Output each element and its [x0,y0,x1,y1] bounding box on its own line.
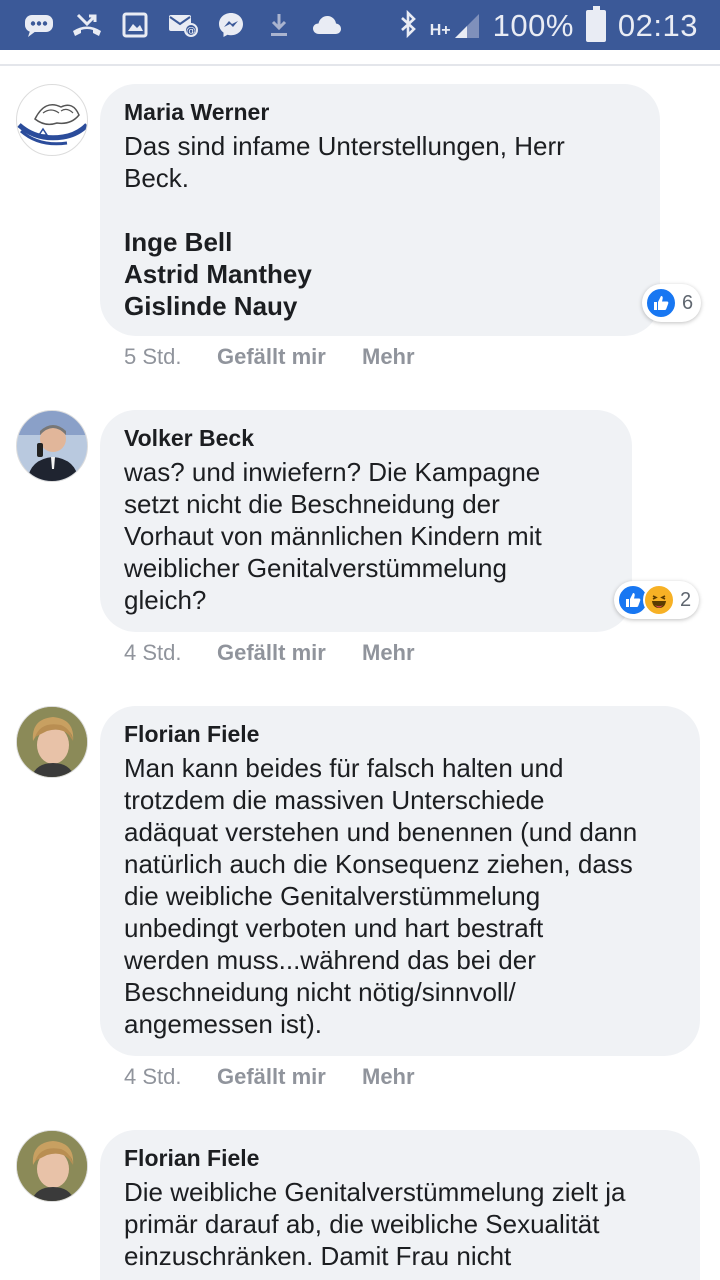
like-button[interactable]: Gefällt mir [217,1064,362,1090]
messenger-icon [214,10,248,40]
mention-link[interactable]: Astrid Manthey [124,258,636,290]
reaction-count: 6 [682,291,694,314]
chat-icon [22,10,56,40]
comment-timestamp[interactable]: 4 Std. [124,640,217,666]
network-type-icon: H+ [430,12,481,40]
comment-author[interactable]: Volker Beck [124,424,608,452]
comment-timestamp[interactable]: 5 Std. [124,344,217,370]
comment-author[interactable]: Florian Fiele [124,720,676,748]
comment-bubble: Florian Fiele Man kann beides für falsch… [100,706,700,1056]
avatar-person-icon [17,411,87,481]
comment-text: was? und inwiefern? Die Kampagne setzt n… [124,457,542,615]
avatar[interactable] [16,410,88,482]
like-button[interactable]: Gefällt mir [217,344,362,370]
avatar[interactable] [16,84,88,156]
like-reaction-icon [645,287,677,319]
comment-timestamp[interactable]: 4 Std. [124,1064,217,1090]
haha-reaction-icon [643,584,675,616]
bluetooth-icon [398,9,418,43]
comment-text: Die weibliche Genitalverstümmelung zielt… [124,1177,626,1271]
comment-bubble: Volker Beck was? und inwiefern? Die Kamp… [100,410,632,632]
comment-author[interactable]: Florian Fiele [124,1144,676,1172]
status-bar: @ H+ 100% 02:13 [0,0,720,50]
comment-actions: 4 Std. Gefällt mir Mehr [124,640,415,666]
more-button[interactable]: Mehr [362,640,415,666]
comment-bubble: Florian Fiele Die weibliche Genitalverst… [100,1130,700,1280]
network-type-label: H+ [429,22,451,39]
avatar-person-icon [17,707,87,777]
mention-list: Inge Bell Astrid Manthey Gislinde Nauy [124,226,636,322]
top-divider [0,64,720,66]
like-button[interactable]: Gefällt mir [217,640,362,666]
missed-call-icon [70,10,104,40]
avatar[interactable] [16,706,88,778]
mention-link[interactable]: Inge Bell [124,226,636,258]
mention-link[interactable]: Gislinde Nauy [124,290,636,322]
battery-icon [585,6,606,42]
email-icon: @ [166,10,200,40]
battery-percent: 100% [492,8,574,43]
comment-actions: 5 Std. Gefällt mir Mehr [124,344,415,370]
comment-text: Das sind infame Unterstellungen, Herr Be… [124,131,565,193]
comment-author[interactable]: Maria Werner [124,98,636,126]
notification-icons: @ [22,10,344,40]
clock: 02:13 [617,8,698,43]
more-button[interactable]: Mehr [362,1064,415,1090]
avatar-person-icon [17,1131,87,1201]
system-status: H+ 100% 02:13 [398,6,698,44]
svg-text:@: @ [186,26,196,37]
reaction-summary[interactable]: 6 [642,284,702,322]
reaction-count: 2 [680,588,692,611]
avatar[interactable] [16,1130,88,1202]
cloud-icon [310,10,344,40]
comment-actions: 4 Std. Gefällt mir Mehr [124,1064,415,1090]
avatar-drawing-icon [17,104,87,146]
more-button[interactable]: Mehr [362,344,415,370]
download-icon [262,10,296,40]
comment-text: Man kann beides für falsch halten und tr… [124,753,638,1039]
reaction-summary[interactable]: 2 [614,581,700,619]
comment-bubble: Maria Werner Das sind infame Unterstellu… [100,84,660,336]
image-icon [118,10,152,40]
